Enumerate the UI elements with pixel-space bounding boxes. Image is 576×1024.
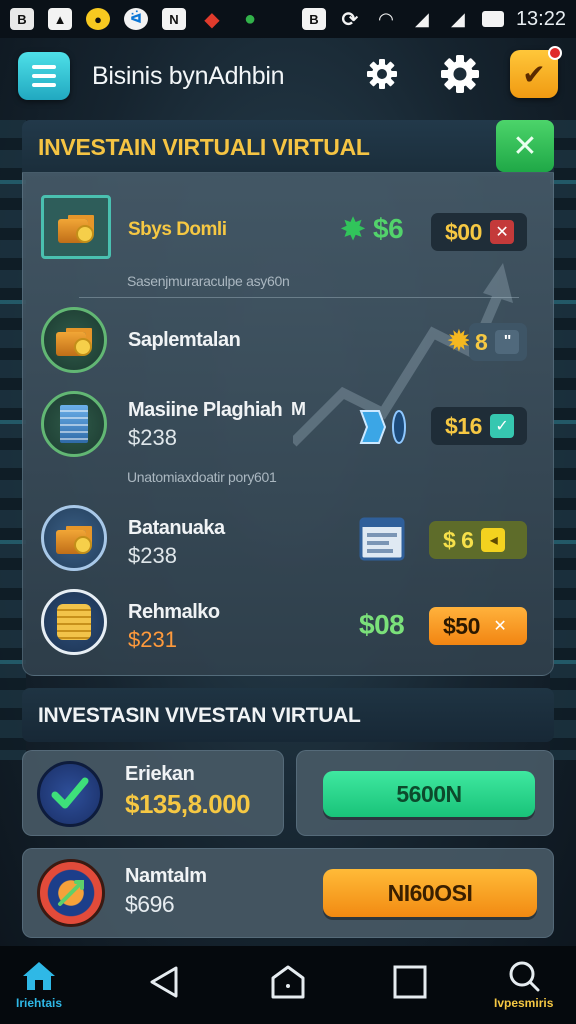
invest-button-label: NI60OSI: [387, 879, 473, 906]
app-header: Bisinis bynAdhbin: [0, 38, 576, 114]
hamburger-icon[interactable]: [18, 52, 70, 100]
list-item[interactable]: Sbys Domli ✸ $6 $00 ✕: [23, 193, 553, 273]
coin-icon: ●: [86, 8, 110, 30]
item-mid-value: $6: [373, 213, 404, 244]
sparkle-icon: ✸: [339, 211, 367, 247]
section-title: INVESTASIN VIVESTAN VIRTUAL: [38, 704, 361, 727]
nav-home[interactable]: Iriehtais: [16, 960, 62, 1010]
divider-label: Sasenjmuraraculpe asy60n: [127, 273, 290, 289]
sync-icon: ⟳: [341, 8, 359, 31]
close-icon: ✕: [512, 129, 538, 163]
b-icon: B: [10, 8, 34, 30]
buy-button[interactable]: $50 ✕: [429, 607, 527, 645]
buy-button[interactable]: $ 6 ◂: [429, 521, 527, 559]
bag-icon: B: [301, 8, 326, 30]
coins-box-icon: [41, 307, 107, 373]
close-icon: ✕: [493, 618, 507, 635]
arrow-left-icon: ◂: [481, 528, 506, 552]
gem-icon: ◆: [204, 8, 220, 31]
check-circle-icon: [37, 761, 103, 827]
nav-home-label: Iriehtais: [16, 996, 63, 1010]
invest-button[interactable]: 5600N: [323, 771, 535, 817]
status-bar: B ▲ ● ᐛ N ◆ ● B ⟳ ◠ ◢ ◢ 13:22: [0, 0, 576, 38]
signal-icon: ◢: [415, 8, 429, 29]
coins-box-icon: [41, 505, 107, 571]
quote-icon: ": [495, 330, 520, 354]
app-title: Bisinis bynAdhbin: [92, 61, 285, 90]
item-name: Saplemtalan: [128, 329, 241, 351]
item-mid-value: 8: [475, 328, 488, 355]
buy-button-label: $50: [443, 612, 480, 639]
buy-button[interactable]: $00 ✕: [431, 213, 527, 251]
settings-gear-icon[interactable]: [440, 54, 480, 94]
item-mid-value: $08: [359, 609, 405, 640]
back-icon[interactable]: [146, 964, 182, 1000]
nav-search-label: Ivpesmiris: [494, 996, 554, 1010]
coin-pile-icon: [41, 589, 107, 655]
building-icon: [41, 391, 107, 457]
invest-button[interactable]: NI60OSI: [323, 869, 537, 917]
item-name: Masiine Plaghiah: [128, 399, 283, 421]
target-icon: [37, 859, 105, 927]
buy-button-label: $ 6: [443, 526, 474, 553]
close-icon: ✕: [489, 220, 514, 244]
document-icon: [359, 517, 405, 561]
home-icon: [23, 962, 56, 990]
coins-icon: [41, 195, 111, 259]
investment-panel: Eriekan $135,8.000: [22, 750, 284, 836]
divider-label: Unatomiaxdoatir pory601: [127, 469, 277, 485]
investment-card-title: INVESTAIN VIRTUALI VIRTUAL: [38, 134, 370, 160]
investment-panel: Namtalm $696 NI60OSI: [22, 848, 554, 938]
list-item[interactable]: Masiine Plaghiah M $238 $16 ✓: [23, 389, 553, 469]
item-price: $231: [128, 627, 177, 652]
shield-icon: [355, 407, 411, 447]
bird-icon: ᐛ: [124, 8, 148, 30]
item-name: Batanuaka: [128, 517, 225, 539]
nav-search[interactable]: Ivpesmiris: [494, 960, 553, 1010]
wifi-icon: ◠: [379, 8, 393, 29]
item-name: Sbys Domli: [128, 219, 227, 240]
divider: [79, 297, 519, 298]
panel-value: $696: [125, 891, 175, 917]
buy-button[interactable]: $16 ✓: [431, 407, 527, 445]
item-price: $238: [128, 543, 177, 568]
check-icon: ✓: [489, 414, 514, 438]
section-header: INVESTASIN VIVESTAN VIRTUAL: [22, 688, 554, 742]
signal-icon-2: ◢: [451, 8, 465, 29]
action-panel: 5600N: [296, 750, 554, 836]
battery-icon: [481, 11, 504, 27]
home-outline-icon[interactable]: [270, 964, 306, 1000]
image-icon: ▲: [48, 8, 72, 30]
item-name: Rehmalko: [128, 601, 220, 623]
investment-card-header: INVESTAIN VIRTUALI VIRTUAL ✕: [22, 120, 554, 176]
check-badge-icon[interactable]: ✔: [510, 46, 562, 98]
list-item[interactable]: Batanuaka $238 $ 6 ◂: [23, 503, 553, 583]
buy-button-label: $00: [445, 218, 482, 245]
panel-name: Namtalm: [125, 865, 207, 887]
gear-icon[interactable]: [366, 58, 398, 90]
list-item[interactable]: Saplemtalan ✹ 8 ": [23, 305, 553, 385]
item-price: $238: [128, 425, 177, 450]
recents-icon[interactable]: [392, 964, 428, 1000]
status-time: 13:22: [515, 7, 566, 30]
notification-dot: [548, 46, 562, 60]
invest-button-label: 5600N: [396, 780, 462, 807]
n-icon: N: [162, 8, 186, 30]
leaf-icon: ●: [243, 7, 257, 30]
search-icon: [509, 961, 540, 992]
info-button[interactable]: 8 ": [469, 323, 527, 361]
investment-card: Sbys Domli ✸ $6 $00 ✕ Sasenjmuraraculpe …: [22, 172, 554, 676]
navigation-bar: Iriehtais Ivpesmiris: [0, 946, 576, 1024]
panel-value: $135,8.000: [125, 789, 251, 819]
close-button[interactable]: ✕: [496, 120, 554, 172]
item-extra: M: [291, 399, 306, 419]
panel-name: Eriekan: [125, 763, 195, 785]
list-item[interactable]: Rehmalko $231 $08 $50 ✕: [23, 587, 553, 667]
buy-button-label: $16: [445, 412, 482, 439]
